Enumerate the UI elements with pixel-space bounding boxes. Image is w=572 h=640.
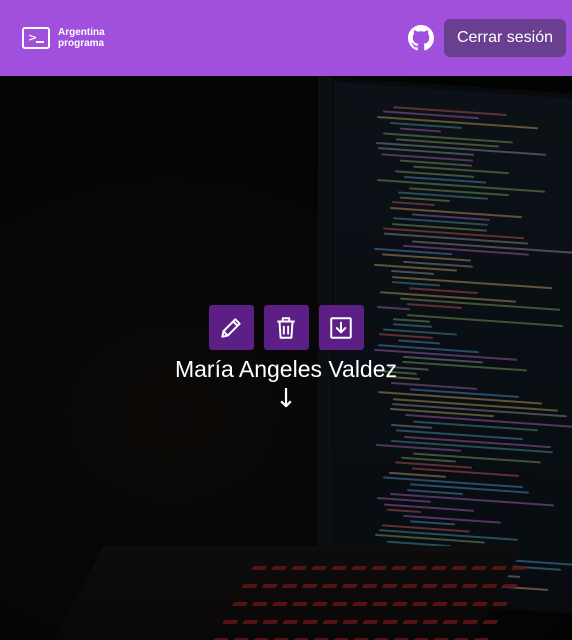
profile-actions bbox=[208, 305, 364, 350]
terminal-prompt-icon: > bbox=[22, 27, 50, 49]
brand-text: Argentina programa bbox=[58, 27, 105, 49]
pencil-icon bbox=[221, 317, 241, 338]
arrow-down-icon[interactable]: ↓ bbox=[275, 385, 297, 413]
profile-name: María Angeles Valdez bbox=[174, 356, 398, 382]
download-icon bbox=[330, 316, 352, 339]
brand-link[interactable]: > Argentina programa bbox=[22, 27, 105, 49]
profile-panel: María Angeles Valdez ↓ bbox=[0, 305, 572, 413]
download-button[interactable] bbox=[318, 305, 364, 350]
nav-actions: Cerrar sesión bbox=[407, 19, 566, 57]
edit-button[interactable] bbox=[208, 305, 254, 350]
navbar: > Argentina programa Cerrar sesión bbox=[0, 0, 572, 76]
github-icon[interactable] bbox=[407, 25, 434, 51]
logout-button[interactable]: Cerrar sesión bbox=[443, 19, 566, 57]
trash-icon bbox=[277, 316, 295, 339]
delete-button[interactable] bbox=[263, 305, 309, 350]
brand-line-1: Argentina bbox=[58, 27, 105, 38]
brand-line-2: programa bbox=[58, 38, 105, 49]
